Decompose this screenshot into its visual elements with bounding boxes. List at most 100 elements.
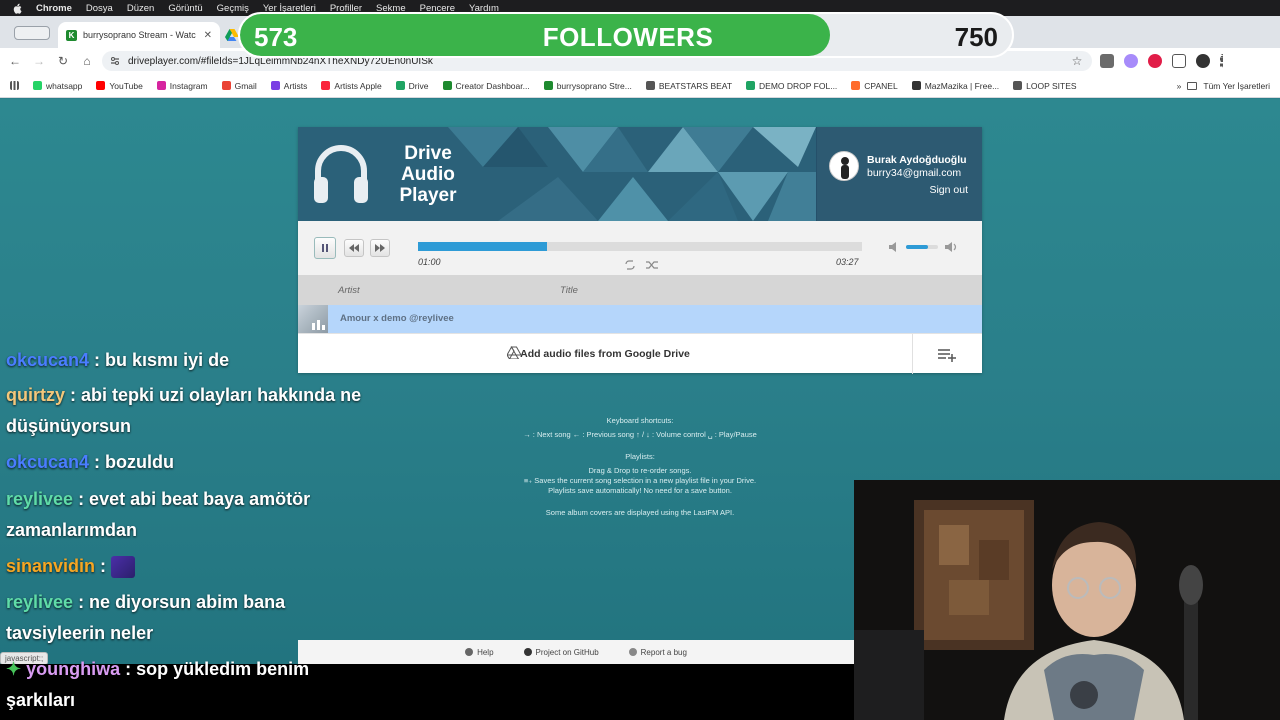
playlists-title: Playlists: — [625, 452, 655, 461]
bookmark-label: CPANEL — [864, 80, 898, 91]
add-files-row: Add audio files from Google Drive — [298, 333, 982, 374]
shortcuts-title: Keyboard shortcuts: — [606, 416, 674, 425]
back-icon[interactable]: ← — [8, 54, 22, 68]
chat-message: ✦ younghiwa : sop yükledim benim şarkıla… — [6, 654, 376, 716]
apple-icon[interactable] — [12, 3, 22, 14]
seek-bar[interactable] — [418, 242, 862, 251]
chat-text: : bu kısmı iyi de — [89, 350, 230, 370]
bookmark-item[interactable]: MazMazika | Free... — [911, 80, 1000, 91]
bookmark-icon — [645, 81, 655, 90]
bookmark-icon — [321, 81, 331, 90]
followers-current: 573 — [254, 22, 298, 52]
extension-icon[interactable] — [1124, 54, 1138, 68]
home-icon[interactable]: ⌂ — [80, 54, 94, 68]
bookmark-label: burrysoprano Stre... — [556, 80, 632, 91]
chat-message: quirtzy : abi tepki uzi olayları hakkınd… — [6, 380, 376, 442]
webcam-feed — [854, 480, 1280, 720]
divider — [912, 334, 913, 374]
bookmark-label: BEATSTARS BEAT — [658, 80, 733, 91]
bookmark-item[interactable]: Artists — [270, 81, 307, 91]
bookmark-label: whatsapp — [46, 80, 83, 91]
bookmark-item[interactable]: CPANEL — [851, 80, 898, 91]
chevron-right-icon[interactable]: » — [1177, 81, 1182, 91]
next-button[interactable] — [370, 239, 390, 257]
report-bug-link[interactable]: Report a bug — [628, 648, 687, 657]
star-icon[interactable]: ☆ — [1070, 54, 1084, 68]
bookmark-item[interactable]: Artists Apple — [321, 81, 382, 91]
bookmark-item[interactable]: burrysoprano Stre... — [543, 80, 632, 91]
add-playlist-icon[interactable] — [938, 348, 956, 362]
column-title[interactable]: Title — [560, 285, 578, 296]
close-icon[interactable]: ✕ — [204, 30, 212, 41]
extension-icon[interactable] — [1100, 54, 1114, 68]
tab-overview-button[interactable] — [14, 26, 50, 40]
bookmarks-bar: whatsapp YouTube Instagram Gmail Artists Arti… — [0, 74, 1280, 98]
bookmark-icon — [1013, 81, 1023, 90]
bookmark-item[interactable]: BEATSTARS BEAT — [645, 80, 733, 91]
user-email: burry34@gmail.com — [867, 167, 962, 179]
sign-out-link[interactable]: Sign out — [929, 184, 968, 196]
all-bookmarks-button[interactable]: » Tüm Yer İşaretleri — [1177, 81, 1270, 91]
player-banner: Drive Audio Player Burak Aydoğduoğlu bur… — [298, 127, 982, 221]
menu-view[interactable]: Görüntü — [168, 3, 202, 14]
bookmark-item[interactable]: Gmail — [221, 81, 257, 91]
bookmark-icon — [442, 81, 452, 90]
followers-label: FOLLOWERS — [542, 22, 714, 52]
chat-text: : — [95, 556, 112, 576]
pause-button[interactable] — [314, 237, 336, 259]
page-footer: Help Project on GitHub Report a bug — [298, 640, 854, 664]
volume-slider[interactable] — [906, 245, 938, 249]
browser-tab-active[interactable]: K burrysoprano Stream - Watc ✕ — [58, 22, 220, 48]
menu-file[interactable]: Dosya — [86, 3, 113, 14]
bookmark-item[interactable]: DEMO DROP FOL... — [746, 81, 837, 91]
bookmark-icon — [221, 81, 231, 90]
volume-fill — [906, 245, 929, 249]
bookmark-icon — [746, 81, 756, 90]
bookmark-item[interactable]: Creator Dashboar... — [442, 81, 530, 91]
bookmark-item[interactable]: whatsapp — [33, 81, 82, 91]
chat-username[interactable]: reylivee — [6, 489, 73, 509]
more-icon[interactable] — [1220, 54, 1224, 68]
volume-low-icon[interactable] — [888, 241, 900, 253]
chat-username[interactable]: quirtzy — [6, 385, 65, 405]
menu-chrome[interactable]: Chrome — [36, 3, 72, 14]
bookmark-item[interactable]: Instagram — [156, 81, 208, 91]
drive-icon[interactable] — [225, 28, 239, 42]
bookmark-icon — [395, 81, 405, 90]
volume-high-icon[interactable] — [944, 241, 958, 253]
github-link[interactable]: Project on GitHub — [523, 648, 599, 657]
reload-icon[interactable]: ↻ — [56, 54, 70, 68]
github-icon — [523, 648, 532, 656]
tracklist-header: Artist Title — [298, 275, 982, 305]
chat-username[interactable]: sinanvidin — [6, 556, 95, 576]
chat-username[interactable]: younghiwa — [26, 659, 120, 679]
user-name: Burak Aydoğduoğlu — [867, 154, 967, 166]
total-time: 03:27 — [836, 257, 859, 267]
headphones-icon — [314, 145, 368, 203]
chat-username[interactable]: okcucan4 — [6, 350, 89, 370]
help-link[interactable]: Help — [465, 648, 494, 657]
previous-button[interactable] — [344, 239, 364, 257]
chat-username[interactable]: okcucan4 — [6, 452, 89, 472]
shuffle-icon[interactable] — [646, 260, 658, 270]
extension-icon[interactable] — [1148, 54, 1162, 68]
menu-edit[interactable]: Düzen — [127, 3, 154, 14]
bookmark-label: MazMazika | Free... — [924, 80, 1000, 91]
apps-icon[interactable] — [10, 81, 19, 90]
pause-icon — [322, 244, 328, 252]
puzzle-icon[interactable] — [1172, 54, 1186, 68]
add-files-button[interactable]: Add audio files from Google Drive — [298, 348, 912, 360]
repeat-icon[interactable] — [624, 260, 636, 270]
site-settings-icon[interactable] — [110, 56, 120, 66]
bookmark-item[interactable]: LOOP SITES — [1013, 81, 1077, 91]
chat-username[interactable]: reylivee — [6, 592, 73, 612]
bookmark-item[interactable]: YouTube — [96, 81, 143, 91]
forward-icon[interactable]: → — [32, 54, 46, 68]
bookmark-item[interactable]: Drive — [395, 81, 429, 91]
table-row[interactable]: Amour x demo @reylivee — [298, 305, 982, 333]
menu-history[interactable]: Geçmiş — [217, 3, 249, 14]
profile-icon[interactable] — [1196, 54, 1210, 68]
bookmark-icon — [156, 81, 166, 90]
column-artist[interactable]: Artist — [338, 285, 360, 296]
player-logo-text: Drive Audio Player — [378, 143, 478, 206]
